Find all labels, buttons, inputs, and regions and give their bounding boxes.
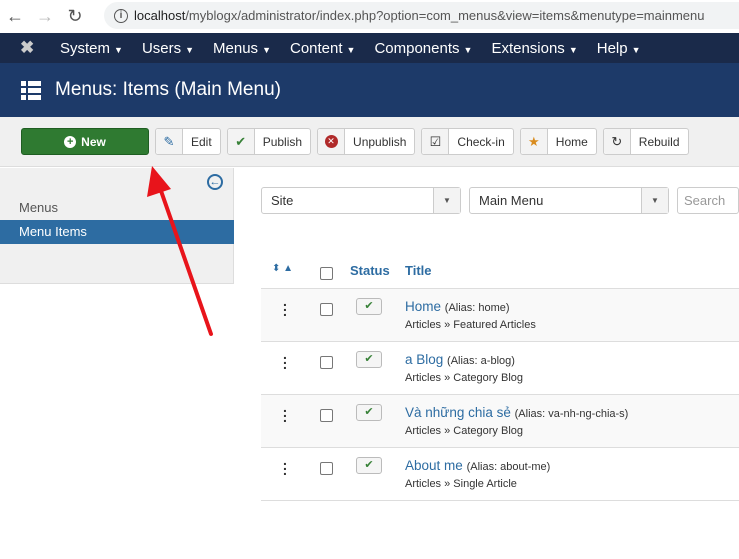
- annotation-arrow: [147, 166, 213, 336]
